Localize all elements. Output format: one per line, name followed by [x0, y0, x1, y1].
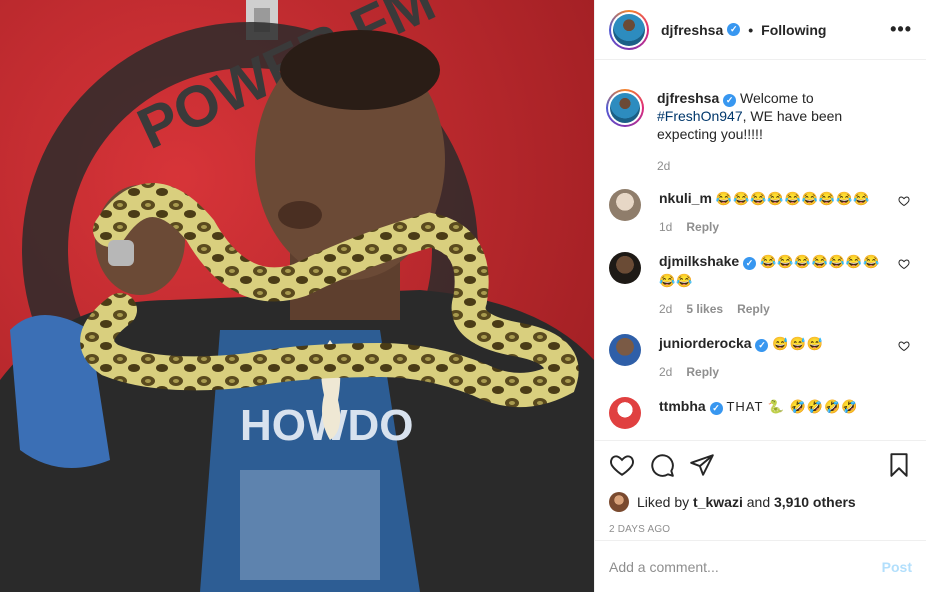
comment-body: nkuli_m 😂😂😂😂😂😂😂😂😂 1d Reply — [659, 189, 912, 236]
comment-avatar[interactable] — [609, 334, 641, 366]
author-username[interactable]: djfreshsa — [661, 22, 723, 38]
comment-username[interactable]: juniorderocka — [659, 335, 752, 351]
comment-bubble-icon[interactable] — [649, 452, 675, 478]
comments-list[interactable]: djfreshsa ✓ Welcome to #FreshOn947, WE h… — [595, 61, 926, 439]
liked-by-user[interactable]: t_kwazi — [693, 494, 743, 510]
action-icons-row — [609, 451, 912, 479]
comment-time: 2d — [659, 302, 673, 316]
comment-username[interactable]: djmilkshake — [659, 253, 739, 269]
post-comment-button[interactable]: Post — [882, 559, 912, 575]
comment-body: juniorderocka ✓ 😅😅😅 2d Reply — [659, 334, 912, 381]
liked-by-avatar[interactable] — [609, 492, 629, 512]
verified-badge-icon: ✓ — [709, 402, 723, 415]
comment-row: nkuli_m 😂😂😂😂😂😂😂😂😂 1d Reply — [609, 189, 912, 236]
comment-body: ttmbha ✓ THAT 🐍 🤣🤣🤣🤣 — [659, 397, 912, 429]
comment-time: 2d — [659, 365, 673, 379]
more-options-icon[interactable]: ••• — [890, 19, 912, 40]
photo-illustration: POWER FM HOWDO — [0, 0, 594, 592]
like-comment-heart-icon[interactable] — [898, 258, 910, 270]
comment-username[interactable]: nkuli_m — [659, 190, 712, 206]
caption-text-before: Welcome to — [740, 90, 814, 106]
like-comment-heart-icon[interactable] — [898, 195, 910, 207]
share-paper-plane-icon[interactable] — [689, 452, 715, 478]
caption-username[interactable]: djfreshsa — [657, 90, 719, 106]
verified-badge-icon: ✓ — [723, 94, 737, 107]
caption-hashtag-link[interactable]: #FreshOn947 — [657, 108, 743, 124]
verified-badge-icon: ✓ — [727, 23, 741, 36]
author-avatar[interactable] — [609, 9, 649, 50]
following-button[interactable]: Following — [761, 22, 826, 38]
caption-body: djfreshsa ✓ Welcome to #FreshOn947, WE h… — [657, 89, 912, 175]
liked-by-row: Liked by t_kwazi and 3,910 others — [609, 492, 912, 512]
comment-avatar[interactable] — [609, 252, 641, 284]
comment-likes[interactable]: 5 likes — [686, 300, 723, 318]
add-comment-bar: Post — [595, 540, 926, 592]
post-actions: Liked by t_kwazi and 3,910 others 2 DAYS… — [595, 440, 926, 535]
comment-username[interactable]: ttmbha — [659, 398, 706, 414]
comment-avatar[interactable] — [609, 397, 641, 429]
liked-by-prefix: Liked by — [637, 494, 690, 510]
caption-time: 2d — [657, 159, 671, 173]
comment-row: juniorderocka ✓ 😅😅😅 2d Reply — [609, 334, 912, 381]
like-heart-icon[interactable] — [609, 452, 635, 478]
reply-button[interactable]: Reply — [737, 300, 770, 318]
caption-row: djfreshsa ✓ Welcome to #FreshOn947, WE h… — [606, 89, 912, 175]
separator-dot: • — [748, 21, 754, 38]
verified-badge-icon: ✓ — [755, 339, 769, 352]
post-photo[interactable]: POWER FM HOWDO — [0, 0, 594, 592]
like-comment-heart-icon[interactable] — [898, 340, 910, 352]
post-side-panel: djfreshsa ✓ • Following ••• djfreshsa ✓ … — [594, 0, 926, 592]
post-header: djfreshsa ✓ • Following ••• — [595, 0, 926, 60]
instagram-post-modal: POWER FM HOWDO — [0, 0, 926, 592]
comment-avatar[interactable] — [609, 189, 641, 221]
author-username-row: djfreshsa ✓ • Following — [661, 22, 826, 38]
post-time-ago: 2 DAYS AGO — [609, 524, 671, 535]
comment-time: 1d — [659, 220, 673, 234]
add-comment-input[interactable] — [609, 558, 882, 575]
verified-badge-icon: ✓ — [743, 257, 757, 270]
likes-count-link[interactable]: 3,910 others — [774, 494, 856, 510]
reply-button[interactable]: Reply — [686, 218, 719, 236]
comment-text: 😂😂😂😂😂😂😂😂😂 — [715, 191, 871, 206]
comment-text: THAT 🐍 🤣🤣🤣🤣 — [726, 399, 859, 414]
reply-button[interactable]: Reply — [686, 363, 719, 381]
comment-row: djmilkshake ✓ 😂😂😂😂😂😂😂😂😂 2d 5 likes Reply — [609, 252, 912, 318]
comment-text: 😅😅😅 — [772, 336, 824, 351]
comment-body: djmilkshake ✓ 😂😂😂😂😂😂😂😂😂 2d 5 likes Reply — [659, 252, 912, 318]
caption-avatar[interactable] — [606, 89, 644, 127]
save-bookmark-icon[interactable] — [886, 452, 912, 478]
liked-by-middle: and — [742, 494, 774, 510]
comment-row: ttmbha ✓ THAT 🐍 🤣🤣🤣🤣 — [609, 397, 912, 429]
